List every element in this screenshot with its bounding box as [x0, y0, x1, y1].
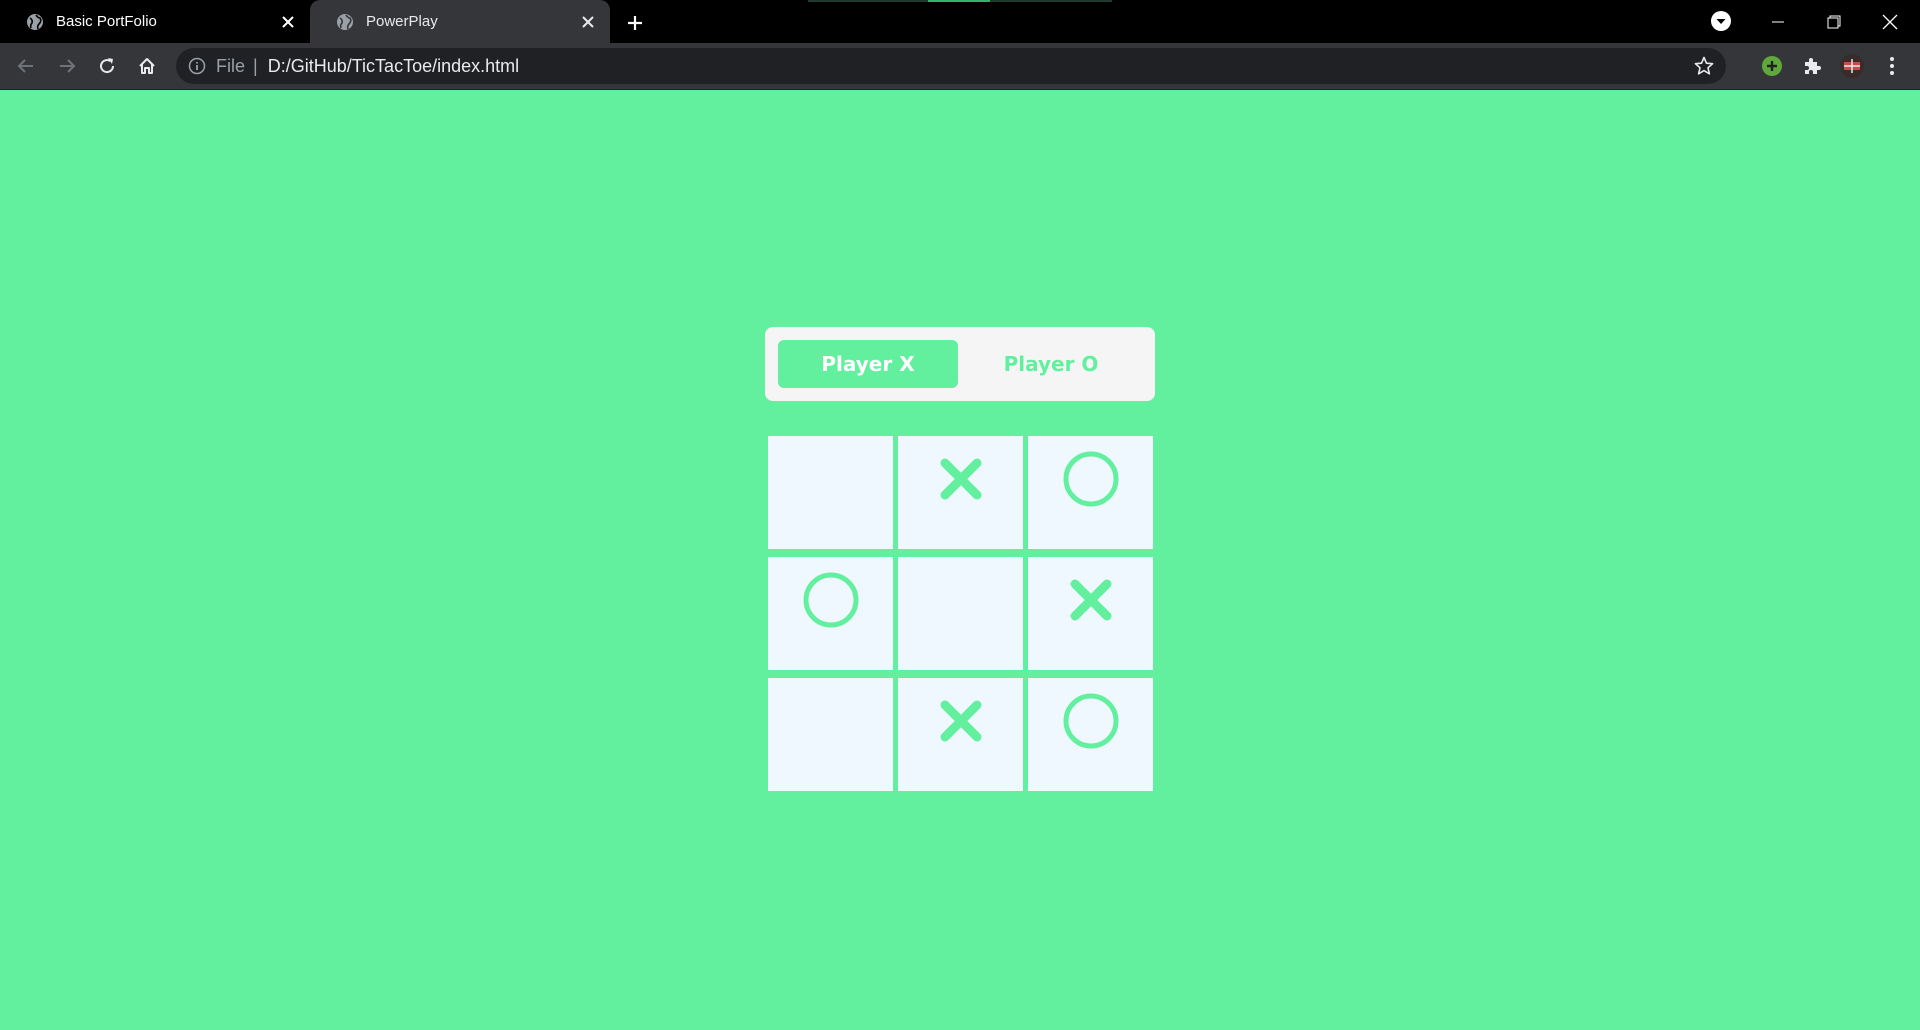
player-x-button[interactable]: Player X	[778, 340, 958, 388]
close-tab-icon[interactable]	[278, 12, 298, 32]
bookmark-star-icon[interactable]	[1694, 56, 1714, 76]
tab-powerplay[interactable]: PowerPlay	[310, 0, 610, 43]
menu-button[interactable]	[1878, 52, 1906, 80]
board-cell[interactable]	[1028, 557, 1153, 670]
url-text[interactable]: D:/GitHub/TicTacToe/index.html	[268, 56, 519, 77]
board-cell[interactable]	[898, 557, 1023, 670]
board-cell[interactable]	[898, 436, 1023, 549]
close-window-button[interactable]	[1862, 0, 1918, 43]
home-icon	[139, 58, 155, 74]
restore-button[interactable]	[1806, 0, 1862, 43]
extensions-button[interactable]	[1798, 52, 1826, 80]
url-separator: |	[253, 55, 258, 76]
restore-icon	[1827, 15, 1841, 28]
add-extension-icon	[1762, 56, 1782, 76]
browser-titlebar: Basic PortFolio PowerPlay	[0, 0, 1920, 43]
x-mark-icon	[1070, 579, 1111, 621]
minimize-icon	[1772, 21, 1784, 22]
board-cell[interactable]	[1028, 436, 1153, 549]
tab-title: PowerPlay	[366, 13, 438, 30]
board-cell[interactable]	[768, 436, 893, 549]
extension-green-button[interactable]	[1758, 52, 1786, 80]
turn-indicator: Player X Player O	[765, 327, 1155, 401]
board-cell[interactable]	[1028, 678, 1153, 791]
x-mark-icon	[940, 700, 981, 742]
board-cell[interactable]	[898, 678, 1023, 791]
tab-search-icon[interactable]	[1710, 10, 1732, 32]
url-scheme: File	[216, 55, 246, 76]
o-mark-icon	[1063, 451, 1118, 507]
puzzle-icon	[1805, 58, 1821, 74]
new-tab-button[interactable]	[622, 10, 648, 36]
board-cell[interactable]	[768, 678, 893, 791]
avatar-icon	[1840, 54, 1864, 78]
forward-button[interactable]	[53, 52, 81, 80]
address-bar[interactable]: File | D:/GitHub/TicTacToe/index.html	[176, 48, 1726, 84]
loading-indicator	[808, 0, 1112, 2]
tab-title: Basic PortFolio	[56, 13, 157, 30]
kebab-menu-icon	[1890, 57, 1894, 75]
globe-icon	[337, 13, 353, 30]
reload-button[interactable]	[93, 52, 121, 80]
page-content: Player X Player O	[0, 90, 1920, 1030]
player-o-button[interactable]: Player O	[961, 340, 1141, 388]
back-button[interactable]	[12, 52, 40, 80]
arrow-right-icon	[60, 59, 76, 73]
o-mark-icon	[803, 572, 858, 628]
reload-icon	[100, 58, 115, 74]
game-board	[768, 436, 1154, 792]
home-button[interactable]	[133, 52, 161, 80]
close-tab-icon[interactable]	[578, 12, 598, 32]
tab-basic-portfolio[interactable]: Basic PortFolio	[0, 0, 310, 43]
info-icon[interactable]	[188, 57, 206, 75]
board-cell[interactable]	[768, 557, 893, 670]
plus-icon	[628, 16, 642, 30]
o-mark-icon	[1063, 693, 1118, 749]
browser-toolbar: File | D:/GitHub/TicTacToe/index.html	[0, 43, 1920, 90]
minimize-button[interactable]	[1750, 0, 1806, 43]
x-mark-icon	[940, 458, 981, 500]
arrow-left-icon	[17, 59, 33, 73]
profile-avatar[interactable]	[1838, 52, 1866, 80]
globe-icon	[27, 13, 43, 30]
close-icon	[1882, 14, 1898, 29]
